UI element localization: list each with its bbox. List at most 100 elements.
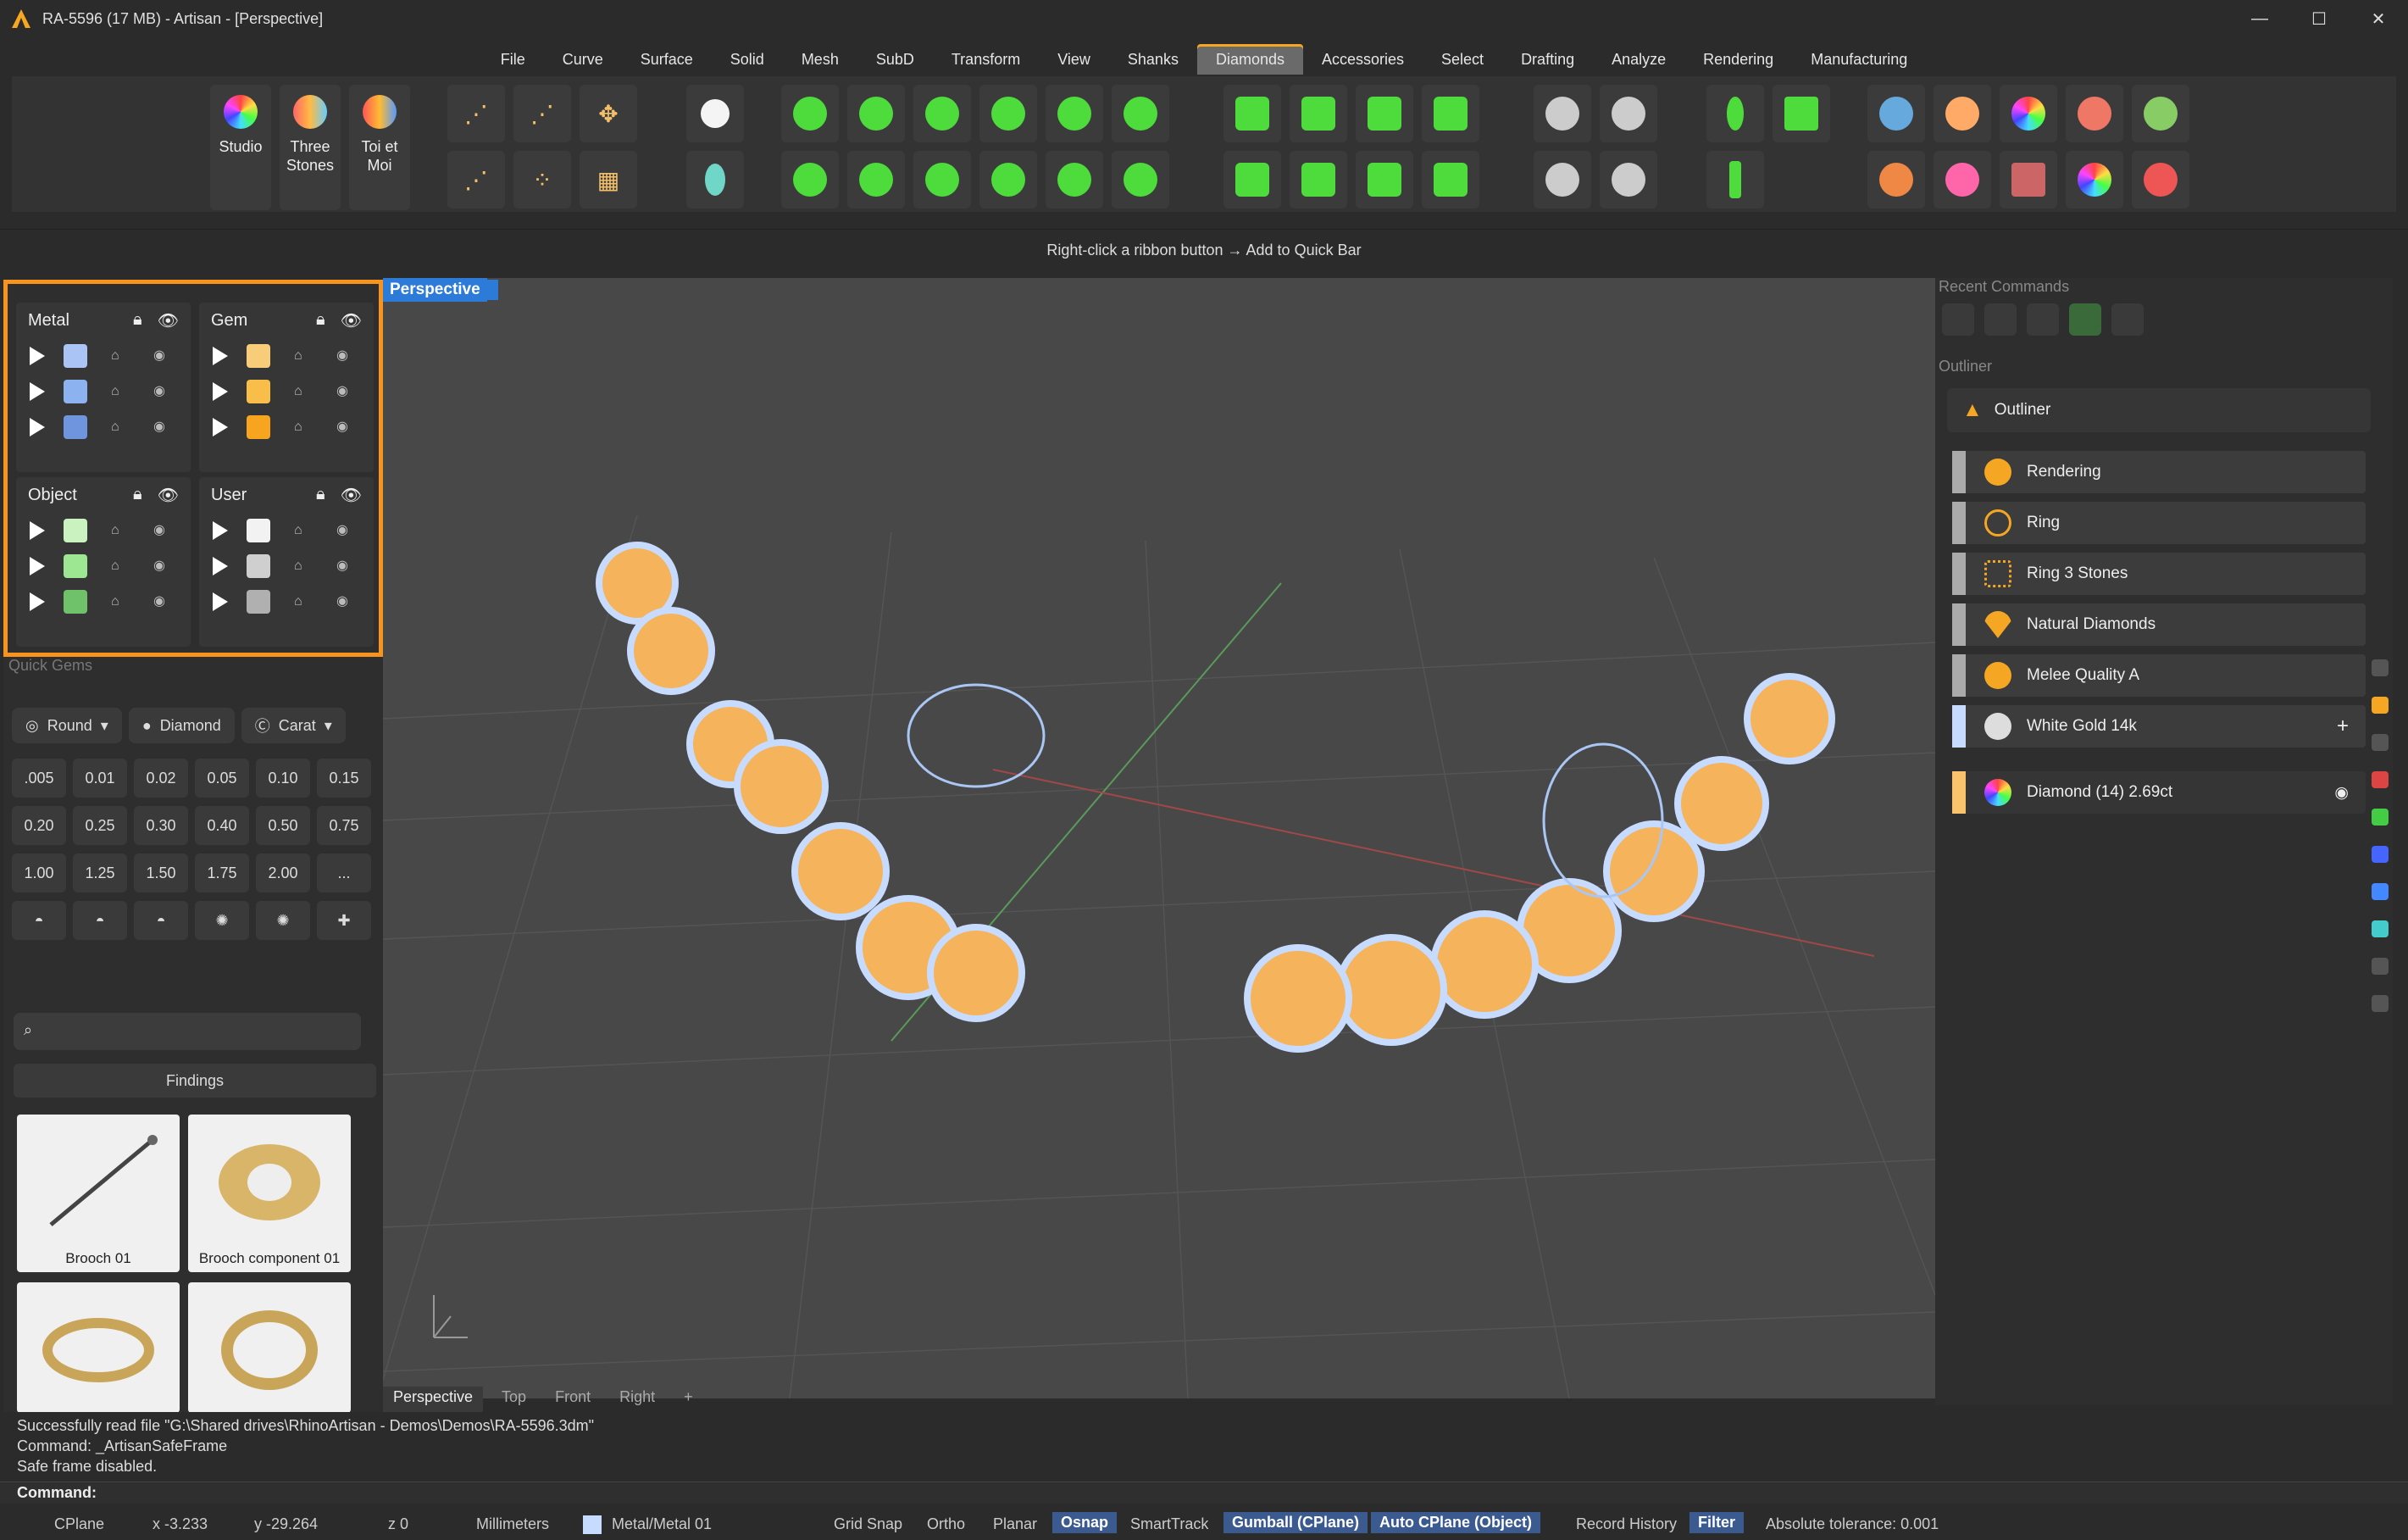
- gem-bbox-icon[interactable]: [2000, 151, 2057, 208]
- gem-type-dropdown[interactable]: ● Diamond: [128, 708, 235, 743]
- viewport-menu-chevron-down-icon[interactable]: [481, 280, 498, 300]
- gems-along-icon[interactable]: ⋰: [447, 151, 505, 208]
- close-button[interactable]: ✕: [2349, 0, 2408, 37]
- outliner-row[interactable]: Natural Diamonds: [1952, 603, 2366, 646]
- ortho-toggle[interactable]: Ortho: [927, 1515, 965, 1533]
- size-button[interactable]: 1.25: [73, 853, 127, 892]
- size-button[interactable]: 0.30: [134, 806, 188, 845]
- layer-color-swatch[interactable]: [64, 554, 87, 578]
- recent-command-icon[interactable]: [1942, 303, 1974, 336]
- gem-report-icon[interactable]: [1867, 85, 1925, 142]
- lock-icon[interactable]: 🔒︎: [316, 310, 325, 331]
- panel-tab-icon[interactable]: [2372, 883, 2389, 900]
- play-icon[interactable]: [30, 347, 45, 365]
- planar-toggle[interactable]: Planar: [993, 1515, 1037, 1533]
- layer-color-swatch[interactable]: [247, 590, 270, 614]
- size-button[interactable]: 2.00: [256, 853, 310, 892]
- prong-08-icon[interactable]: [1422, 151, 1479, 208]
- panel-tab-icon[interactable]: [2372, 771, 2389, 788]
- layer-row[interactable]: ⌂ ◉: [16, 513, 191, 548]
- size-button[interactable]: 0.50: [256, 806, 310, 845]
- lock-icon[interactable]: ⌂: [294, 594, 313, 609]
- pave-02-icon[interactable]: [1600, 85, 1657, 142]
- gems-channel-icon[interactable]: ▦: [580, 151, 637, 208]
- toi-et-moi-button[interactable]: Toi et Moi: [349, 85, 410, 210]
- layer-row[interactable]: ⌂ ◉: [199, 374, 374, 409]
- size-button[interactable]: 0.75: [317, 806, 371, 845]
- menu-subd[interactable]: SubD: [857, 44, 933, 75]
- menu-rendering[interactable]: Rendering: [1684, 44, 1792, 75]
- shape-dropdown[interactable]: ◎ Round ▾: [12, 708, 122, 743]
- lock-icon[interactable]: ⌂: [111, 384, 130, 399]
- recent-command-icon[interactable]: [2027, 303, 2059, 336]
- layer-row[interactable]: ⌂ ◉: [16, 584, 191, 620]
- size-button[interactable]: 0.10: [256, 759, 310, 798]
- setting-style-icon[interactable]: ✺: [256, 901, 310, 940]
- outliner-row[interactable]: Melee Quality A: [1952, 654, 2366, 697]
- lock-icon[interactable]: ⌂: [294, 420, 313, 435]
- head-12-icon[interactable]: [1112, 151, 1169, 208]
- gem-color-icon[interactable]: [2000, 85, 2057, 142]
- grid-snap-toggle[interactable]: Grid Snap: [834, 1515, 902, 1533]
- panel-tab-icon[interactable]: [2372, 920, 2389, 937]
- outliner-row[interactable]: Rendering: [1952, 451, 2366, 493]
- menu-file[interactable]: File: [482, 44, 544, 75]
- gem-swap-icon[interactable]: [1934, 151, 1991, 208]
- layer-color-swatch[interactable]: [247, 554, 270, 578]
- layer-row[interactable]: ⌂ ◉: [16, 409, 191, 445]
- eye-icon[interactable]: 👁︎: [158, 310, 179, 331]
- head-03-icon[interactable]: [913, 85, 971, 142]
- gem-weight-icon[interactable]: [2066, 85, 2123, 142]
- perspective-viewport[interactable]: Perspective: [383, 278, 1935, 1398]
- gem-flip-icon[interactable]: [2132, 151, 2189, 208]
- filter-toggle[interactable]: Filter: [1689, 1512, 1745, 1533]
- outliner-selected-row[interactable]: Diamond (14) 2.69ct ◉: [1952, 771, 2366, 814]
- lock-icon[interactable]: ⌂: [294, 523, 313, 538]
- cplane-status[interactable]: CPlane: [54, 1515, 104, 1533]
- head-08-icon[interactable]: [847, 151, 905, 208]
- panel-tab-icon[interactable]: [2372, 958, 2389, 975]
- size-button[interactable]: 0.02: [134, 759, 188, 798]
- channel-icon[interactable]: [1706, 151, 1764, 208]
- studio-button[interactable]: Studio: [210, 85, 271, 210]
- layer-color-swatch[interactable]: [247, 380, 270, 403]
- prong-01-icon[interactable]: [1223, 85, 1281, 142]
- gem-resize-icon[interactable]: [1867, 151, 1925, 208]
- gems-on-curve-icon[interactable]: ⋰: [447, 85, 505, 142]
- menu-shanks[interactable]: Shanks: [1109, 44, 1197, 75]
- eye-icon[interactable]: 👁︎: [158, 485, 179, 506]
- lock-icon[interactable]: ⌂: [294, 384, 313, 399]
- play-icon[interactable]: [30, 592, 45, 611]
- size-button[interactable]: 0.15: [317, 759, 371, 798]
- maximize-button[interactable]: ☐: [2289, 0, 2349, 37]
- size-button[interactable]: 0.05: [195, 759, 249, 798]
- add-icon[interactable]: +: [2337, 714, 2349, 738]
- size-button[interactable]: 0.25: [73, 806, 127, 845]
- play-icon[interactable]: [30, 382, 45, 401]
- round-gem-icon[interactable]: [686, 85, 744, 142]
- prong-07-icon[interactable]: [1356, 151, 1413, 208]
- smarttrack-toggle[interactable]: SmartTrack: [1130, 1515, 1208, 1533]
- prong-04-icon[interactable]: [1422, 85, 1479, 142]
- play-icon[interactable]: [213, 521, 228, 540]
- size-button[interactable]: 0.20: [12, 806, 66, 845]
- head-10-icon[interactable]: [979, 151, 1037, 208]
- oval-gem-icon[interactable]: [686, 151, 744, 208]
- head-06-icon[interactable]: [1112, 85, 1169, 142]
- play-icon[interactable]: [213, 557, 228, 575]
- lock-icon[interactable]: ⌂: [111, 559, 130, 574]
- eye-icon[interactable]: 👁︎: [341, 485, 362, 506]
- eye-icon[interactable]: ◉: [336, 594, 355, 609]
- size-button[interactable]: .005: [12, 759, 66, 798]
- layer-color-swatch[interactable]: [64, 415, 87, 439]
- eye-icon[interactable]: ◉: [336, 559, 355, 574]
- gems-pattern-icon[interactable]: ✥: [580, 85, 637, 142]
- menu-select[interactable]: Select: [1423, 44, 1502, 75]
- setting-style-icon[interactable]: ◓: [134, 901, 188, 940]
- size-button[interactable]: 0.40: [195, 806, 249, 845]
- gumball-toggle[interactable]: Gumball (CPlane): [1223, 1512, 1368, 1533]
- lock-icon[interactable]: ⌂: [294, 559, 313, 574]
- menu-curve[interactable]: Curve: [544, 44, 622, 75]
- prong-02-icon[interactable]: [1290, 85, 1347, 142]
- library-item[interactable]: Brooch 01: [17, 1115, 180, 1272]
